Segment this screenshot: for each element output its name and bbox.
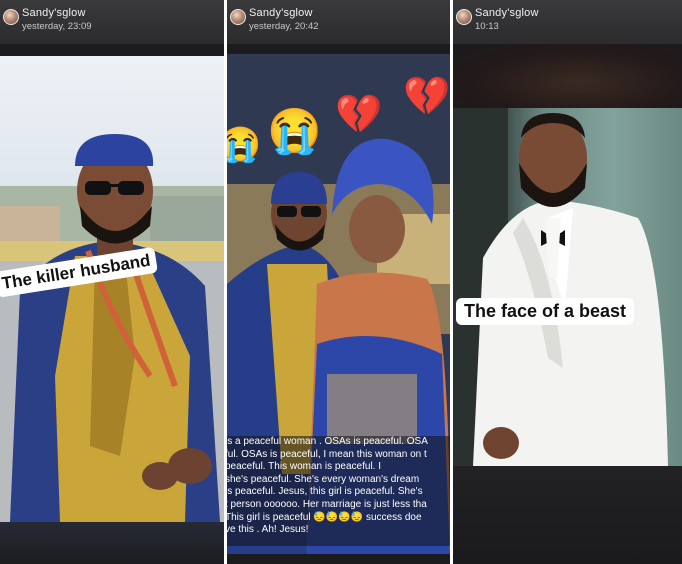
- story-panel-2[interactable]: Sandy'sglow yesterday, 20:42 😭 😭 💔 💔 is: [227, 0, 450, 564]
- story-panel-1[interactable]: Sandy'sglow yesterday, 23:09 The killer …: [0, 0, 224, 564]
- text-line: is peaceful. Jesus, this girl is peacefu…: [227, 486, 423, 498]
- crying-emoji-sticker: 😭: [227, 126, 262, 164]
- text-line: This girl is peaceful 😓😓😓😓 success doe: [227, 511, 422, 523]
- story-text-overlay: is a peaceful woman . OSAs is peaceful. …: [227, 436, 450, 546]
- story-header: Sandy'sglow yesterday, 23:09: [0, 0, 224, 44]
- broken-heart-sticker: 💔: [335, 94, 383, 136]
- avatar[interactable]: [456, 9, 472, 25]
- username[interactable]: Sandy'sglow: [475, 7, 539, 19]
- man-in-white-tuxedo-image: [453, 108, 668, 466]
- text-line: ve this . Ah! Jesus!: [227, 524, 309, 536]
- timestamp: 10:13: [475, 21, 499, 32]
- blurred-background: [453, 466, 682, 564]
- avatar[interactable]: [230, 9, 246, 25]
- blurred-background: [453, 44, 682, 108]
- crying-emoji-sticker: 😭: [267, 107, 322, 156]
- text-line: peaceful. This woman is peaceful. I: [227, 461, 382, 473]
- story-header: Sandy'sglow 10:13: [453, 0, 682, 44]
- text-line: she's peaceful. She's every woman's drea…: [227, 473, 420, 485]
- broken-heart-sticker: 💔: [403, 76, 450, 118]
- blurred-background: [0, 522, 224, 564]
- story-photo: [453, 108, 682, 466]
- caption-text: The face of a beast: [456, 298, 635, 325]
- avatar[interactable]: [3, 9, 19, 25]
- timestamp: yesterday, 23:09: [22, 21, 92, 32]
- timestamp: yesterday, 20:42: [249, 21, 319, 32]
- text-line: t person oooooo. Her marriage is just le…: [227, 498, 427, 510]
- story-header: Sandy'sglow yesterday, 20:42: [227, 0, 450, 44]
- text-line: ful. OSAs is peaceful, I mean this woman…: [227, 448, 427, 460]
- username[interactable]: Sandy'sglow: [22, 7, 86, 19]
- username[interactable]: Sandy'sglow: [249, 7, 313, 19]
- text-line: is a peaceful woman . OSAs is peaceful. …: [227, 436, 428, 447]
- story-panel-3[interactable]: Sandy'sglow 10:13 The face of a beast: [453, 0, 682, 564]
